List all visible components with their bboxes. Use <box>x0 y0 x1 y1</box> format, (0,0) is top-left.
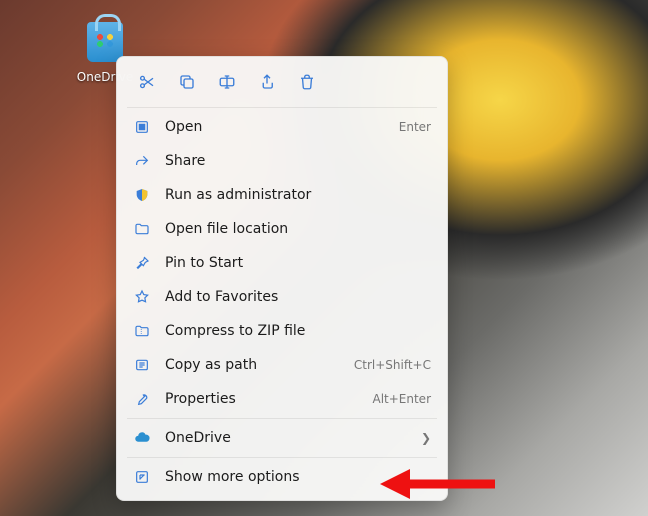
pin-icon <box>133 254 151 272</box>
menu-item-compress[interactable]: Compress to ZIP file <box>123 314 441 348</box>
menu-item-show-more[interactable]: Show more options <box>123 460 441 494</box>
menu-item-label: Compress to ZIP file <box>165 323 431 339</box>
context-menu: Open Enter Share Run as administrator Op… <box>116 56 448 501</box>
cloud-icon <box>133 429 151 447</box>
menu-item-label: Run as administrator <box>165 187 431 203</box>
cut-button[interactable] <box>129 65 165 99</box>
wrench-icon <box>133 390 151 408</box>
menu-item-add-favorites[interactable]: Add to Favorites <box>123 280 441 314</box>
menu-item-label: Add to Favorites <box>165 289 431 305</box>
menu-item-properties[interactable]: Properties Alt+Enter <box>123 382 441 416</box>
menu-item-label: Properties <box>165 391 358 407</box>
context-toolbar <box>123 63 441 105</box>
share-arrow-icon <box>133 152 151 170</box>
menu-item-open-location[interactable]: Open file location <box>123 212 441 246</box>
separator <box>127 418 437 419</box>
scissors-icon <box>138 73 156 91</box>
menu-item-label: OneDrive <box>165 430 407 446</box>
menu-item-onedrive[interactable]: OneDrive ❯ <box>123 421 441 455</box>
chevron-right-icon: ❯ <box>421 431 431 445</box>
share-button[interactable] <box>249 65 285 99</box>
zip-icon <box>133 322 151 340</box>
menu-item-shortcut: Alt+Enter <box>372 392 431 406</box>
delete-button[interactable] <box>289 65 325 99</box>
menu-item-copy-path[interactable]: Copy as path Ctrl+Shift+C <box>123 348 441 382</box>
menu-item-share[interactable]: Share <box>123 144 441 178</box>
menu-item-shortcut: Ctrl+Shift+C <box>354 358 431 372</box>
open-icon <box>133 118 151 136</box>
menu-item-label: Show more options <box>165 469 431 485</box>
copy-icon <box>178 73 196 91</box>
menu-item-label: Open <box>165 119 385 135</box>
trash-icon <box>298 73 316 91</box>
menu-item-label: Copy as path <box>165 357 340 373</box>
copy-path-icon <box>133 356 151 374</box>
shield-icon <box>133 186 151 204</box>
menu-item-shortcut: Enter <box>399 120 431 134</box>
star-icon <box>133 288 151 306</box>
copy-button[interactable] <box>169 65 205 99</box>
menu-item-open[interactable]: Open Enter <box>123 110 441 144</box>
separator <box>127 107 437 108</box>
menu-item-run-admin[interactable]: Run as administrator <box>123 178 441 212</box>
more-options-icon <box>133 468 151 486</box>
rename-icon <box>218 73 236 91</box>
separator <box>127 457 437 458</box>
menu-item-label: Share <box>165 153 431 169</box>
desktop-background: OneDrive <box>0 0 648 516</box>
menu-item-label: Open file location <box>165 221 431 237</box>
menu-item-label: Pin to Start <box>165 255 431 271</box>
menu-item-pin-start[interactable]: Pin to Start <box>123 246 441 280</box>
folder-icon <box>133 220 151 238</box>
rename-button[interactable] <box>209 65 245 99</box>
share-icon <box>258 73 276 91</box>
